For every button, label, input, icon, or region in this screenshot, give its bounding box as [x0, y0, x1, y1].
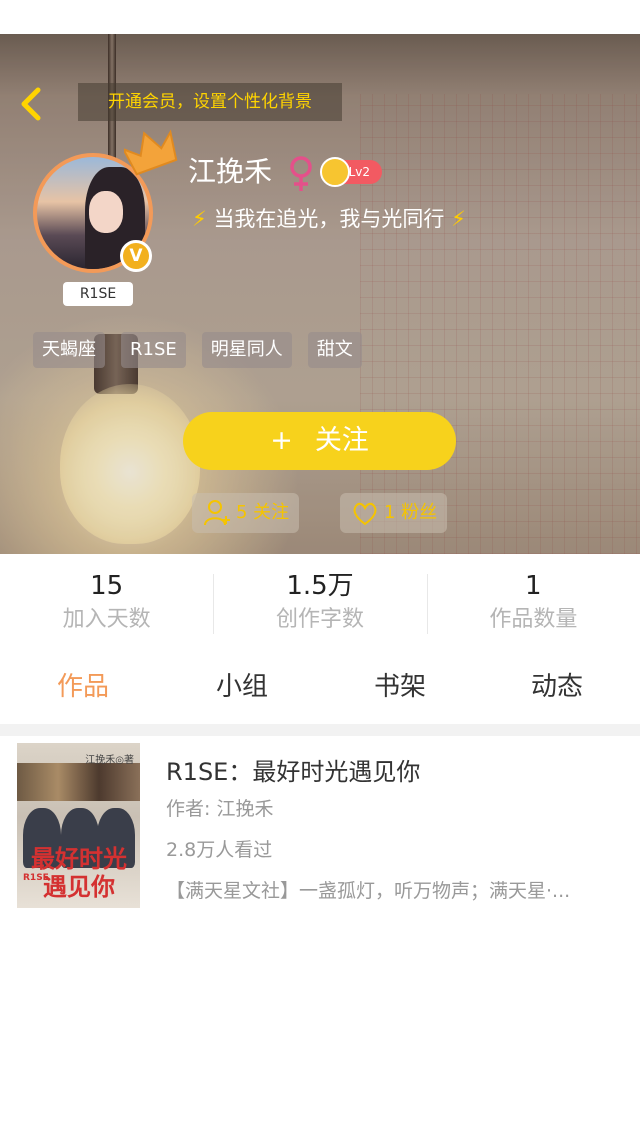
tab-works[interactable]: 作品	[57, 664, 109, 710]
follow-button[interactable]: + 关注	[183, 412, 456, 470]
tab-groups[interactable]: 小组	[216, 664, 268, 710]
fans-label: 1 粉丝	[384, 502, 438, 523]
signature: ⚡ 当我在追光，我与光同行 ⚡	[192, 204, 466, 234]
status-bar	[0, 0, 640, 34]
cover-strip	[17, 763, 140, 801]
book-cover[interactable]: 江挽禾◎著 最好时光遇见你 R1SE	[17, 743, 140, 908]
plus-icon: +	[270, 425, 293, 456]
book-views: 2.8万人看过	[166, 839, 273, 861]
stat-join-days: 15 加入天数	[0, 568, 213, 640]
signature-text: 当我在追光，我与光同行	[213, 207, 445, 231]
following-count[interactable]: 5 关注	[192, 493, 300, 533]
avatar-badge: R1SE	[63, 282, 133, 306]
vip-background-banner[interactable]: 开通会员，设置个性化背景	[78, 83, 342, 121]
follow-label: 关注	[314, 425, 369, 456]
stat-label: 创作字数	[275, 607, 364, 632]
section-divider	[0, 724, 640, 736]
stat-value: 1.5万	[286, 571, 354, 601]
bolt-icon: ⚡	[451, 207, 466, 231]
stat-works-count: 1 作品数量	[426, 568, 640, 640]
tab-bookshelf[interactable]: 书架	[374, 664, 426, 710]
stats-row: 15 加入天数 1.5万 创作字数 1 作品数量	[0, 568, 640, 640]
stat-value: 1	[525, 571, 542, 601]
tag-list: 天蝎座 R1SE 明星同人 甜文	[33, 332, 362, 368]
crown-icon	[124, 129, 178, 176]
username: 江挽禾	[188, 155, 273, 188]
stat-label: 作品数量	[489, 607, 578, 632]
tag[interactable]: 明星同人	[201, 332, 292, 368]
book-title: R1SE：最好时光遇见你	[166, 758, 421, 786]
level-crown-icon	[320, 157, 350, 187]
stat-label: 加入天数	[62, 607, 151, 632]
book-author: 作者: 江挽禾	[166, 798, 274, 820]
female-icon	[290, 156, 312, 191]
cover-author: 江挽禾◎著	[85, 755, 134, 766]
heart-icon	[353, 502, 377, 526]
cover-brand: R1SE	[23, 873, 49, 883]
book-description: 【满天星文社】一盏孤灯，听万物声；满天星·...	[166, 880, 571, 902]
avatar-face	[89, 191, 123, 233]
stat-word-count: 1.5万 创作字数	[213, 568, 426, 640]
tag[interactable]: 天蝎座	[33, 332, 105, 368]
stat-value: 15	[90, 571, 124, 601]
follow-user-icon	[204, 500, 230, 526]
following-label: 5 关注	[236, 502, 290, 523]
work-card[interactable]: 江挽禾◎著 最好时光遇见你 R1SE R1SE：最好时光遇见你 作者: 江挽禾 …	[10, 736, 630, 914]
profile-tabs: 作品 小组 书架 动态	[0, 664, 640, 714]
fans-count[interactable]: 1 粉丝	[340, 493, 448, 533]
tag[interactable]: 甜文	[307, 332, 362, 368]
verified-icon: V	[120, 240, 152, 272]
tag[interactable]: R1SE	[121, 332, 186, 368]
back-arrow-icon[interactable]	[14, 84, 50, 124]
bolt-icon: ⚡	[192, 207, 207, 231]
tab-activity[interactable]: 动态	[531, 664, 583, 710]
